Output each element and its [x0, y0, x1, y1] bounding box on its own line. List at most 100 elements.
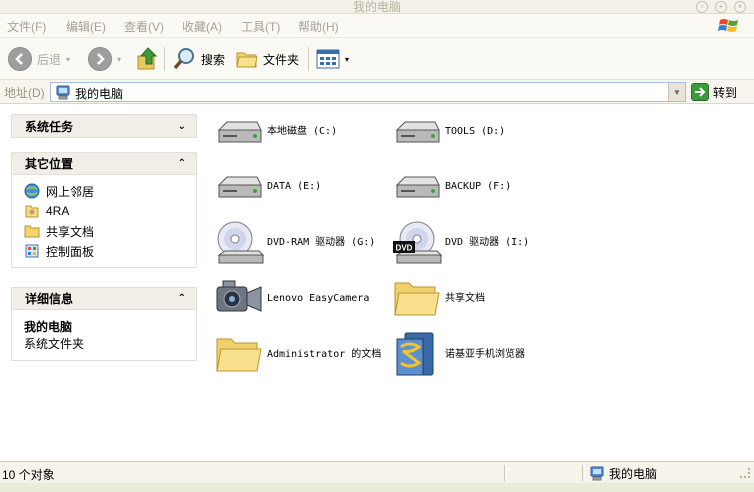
menu-help[interactable]: 帮助(H)	[298, 18, 339, 35]
system-tasks-title: 系统任务	[25, 119, 74, 134]
drive-item-i[interactable]: DVD DVD 驱动器 (I:)	[391, 217, 569, 269]
hard-drive-icon	[217, 121, 262, 143]
menu-bar: 文件(F) 编辑(E) 查看(V) 收藏(A) 工具(T) 帮助(H)	[0, 14, 754, 38]
link-label: 共享文档	[46, 224, 95, 239]
address-input[interactable]: 我的电脑 ▼	[50, 82, 686, 102]
minimize-button[interactable]: ▫	[696, 1, 708, 13]
other-places-title: 其它位置	[25, 157, 74, 171]
status-divider	[504, 465, 507, 481]
search-icon	[173, 48, 194, 70]
go-label: 转到	[713, 85, 738, 100]
menu-tools[interactable]: 工具(T)	[241, 18, 280, 35]
toolbar-separator	[308, 47, 309, 71]
close-button[interactable]: ×	[734, 1, 746, 13]
drive-item-f[interactable]: BACKUP (F:)	[391, 161, 569, 213]
link-shared-documents[interactable]: 共享文档	[24, 221, 186, 241]
views-dropdown-icon[interactable]: ▾	[345, 55, 349, 64]
link-label: 控制面板	[46, 244, 95, 259]
window-title: 我的电脑	[352, 0, 401, 14]
status-bar: 10 个对象 我的电脑	[0, 461, 754, 483]
object-count: 10 个对象	[2, 468, 55, 482]
up-folder-icon	[137, 47, 158, 70]
hard-drive-icon	[395, 176, 440, 198]
user-folder-icon	[25, 205, 39, 218]
folder-item-admin-docs[interactable]: Administrator 的文档	[213, 329, 391, 381]
system-tasks-header[interactable]: 系统任务 ⌄	[12, 115, 196, 137]
link-network-places[interactable]: 网上邻居	[24, 181, 186, 201]
other-places-header[interactable]: 其它位置 ⌃	[12, 153, 196, 175]
network-places-icon	[24, 183, 40, 199]
address-dropdown-icon[interactable]: ▼	[668, 83, 685, 101]
maximize-button[interactable]: +	[715, 1, 727, 13]
drive-item-g[interactable]: DVD-RAM 驱动器 (G:)	[213, 217, 391, 269]
item-label: DVD-RAM 驱动器 (G:)	[267, 237, 376, 248]
my-computer-icon	[56, 85, 70, 100]
nokia-browser-item[interactable]: 诺基亚手机浏览器	[391, 329, 569, 381]
search-label: 搜索	[201, 52, 226, 67]
item-label: Lenovo EasyCamera	[267, 293, 370, 304]
item-label: DATA (E:)	[267, 181, 322, 192]
menu-file[interactable]: 文件(F)	[7, 18, 46, 35]
item-label: TOOLS (D:)	[445, 126, 506, 137]
views-button[interactable]: ▾	[316, 45, 349, 73]
drive-item-e[interactable]: DATA (E:)	[213, 161, 391, 213]
other-places-panel: 其它位置 ⌃ 网上邻居 4RA 共享文档 控制面板	[11, 152, 197, 268]
resize-grip-icon[interactable]	[740, 468, 750, 478]
content-area: 本地磁盘 (C:) TOOLS (D:) DATA (E:) BACKUP (F…	[205, 104, 754, 461]
drive-item-c[interactable]: 本地磁盘 (C:)	[213, 106, 391, 158]
views-icon	[316, 49, 340, 69]
other-places-list: 网上邻居 4RA 共享文档 控制面板	[12, 175, 196, 267]
phone-browser-icon	[396, 332, 434, 376]
back-label: 后退	[37, 52, 62, 67]
item-label: BACKUP (F:)	[445, 181, 512, 192]
task-pane: 系统任务 ⌄ 其它位置 ⌃ 网上邻居 4RA 共享文档 控制面板 详细信息 ⌃ …	[0, 104, 205, 461]
title-bar: 我的电脑 ▫ + ×	[0, 0, 754, 14]
forward-arrow-icon	[88, 47, 112, 71]
desktop-strip	[0, 483, 754, 492]
back-dropdown-icon[interactable]: ▾	[66, 55, 70, 64]
back-arrow-icon	[8, 47, 32, 71]
back-button[interactable]: 后退 ▾	[8, 45, 70, 73]
address-label: 地址(D)	[4, 86, 45, 100]
folders-label: 文件夹	[263, 52, 300, 67]
forward-button[interactable]: ▾	[88, 45, 121, 73]
camera-item[interactable]: Lenovo EasyCamera	[213, 273, 391, 325]
status-location-label: 我的电脑	[609, 467, 658, 481]
my-computer-icon	[590, 466, 604, 481]
collapse-chevron-icon[interactable]: ⌃	[178, 158, 186, 169]
link-label: 4RA	[46, 204, 70, 218]
link-4ra[interactable]: 4RA	[24, 201, 186, 221]
toolbar: 后退 ▾ ▾ 搜索 文件夹 ▾	[0, 38, 754, 80]
folder-icon	[216, 338, 262, 372]
menu-edit[interactable]: 编辑(E)	[66, 18, 106, 35]
address-value: 我的电脑	[75, 87, 124, 101]
item-label: Administrator 的文档	[267, 349, 382, 360]
status-location: 我的电脑	[590, 465, 657, 482]
dvd-drive-icon: DVD	[393, 221, 443, 264]
item-label: 共享文档	[445, 293, 485, 304]
up-folder-button[interactable]	[136, 45, 160, 73]
link-control-panel[interactable]: 控制面板	[24, 241, 186, 261]
dvd-drive-icon	[217, 221, 265, 264]
menu-favorites[interactable]: 收藏(A)	[182, 18, 222, 35]
collapse-chevron-icon[interactable]: ⌃	[178, 293, 186, 304]
item-label: 诺基亚手机浏览器	[445, 349, 525, 360]
system-tasks-panel: 系统任务 ⌄	[11, 114, 197, 138]
details-title: 详细信息	[25, 292, 74, 306]
hard-drive-icon	[395, 121, 440, 143]
details-body: 我的电脑 系统文件夹	[12, 310, 196, 360]
item-label: DVD 驱动器 (I:)	[445, 237, 530, 248]
folders-icon	[236, 52, 258, 68]
search-button[interactable]: 搜索	[172, 45, 225, 73]
detail-name: 我的电脑	[24, 320, 73, 334]
expand-chevron-icon[interactable]: ⌄	[178, 121, 186, 132]
drive-item-d[interactable]: TOOLS (D:)	[391, 106, 569, 158]
details-header[interactable]: 详细信息 ⌃	[12, 288, 196, 310]
link-label: 网上邻居	[46, 184, 95, 199]
go-button[interactable]: 转到	[691, 83, 737, 101]
status-divider	[582, 465, 585, 481]
forward-dropdown-icon[interactable]: ▾	[117, 55, 121, 64]
folder-item-shared[interactable]: 共享文档	[391, 273, 569, 325]
folders-button[interactable]: 文件夹	[236, 45, 299, 73]
menu-view[interactable]: 查看(V)	[124, 18, 164, 35]
